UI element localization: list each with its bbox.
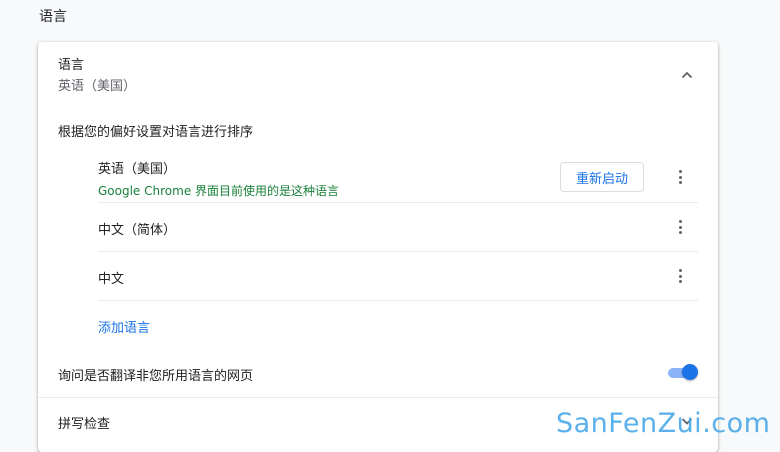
language-row-english-us: 英语（美国） Google Chrome 界面目前使用的是这种语言 重新启动 [98,156,698,204]
add-language-link[interactable]: 添加语言 [98,317,150,336]
language-row-chinese: 中文 [98,252,698,301]
collapse-button[interactable] [674,62,700,88]
language-name: 英语（美国） [98,162,177,177]
spellcheck-label: 拼写检查 [58,417,111,432]
toggle-knob [682,364,698,380]
languages-card: 语言 英语（美国） 根据您的偏好设置对语言进行排序 英语（美国） Google … [38,42,718,452]
language-name: 中文 [98,272,125,287]
row-divider [98,300,698,301]
order-label: 根据您的偏好设置对语言进行排序 [58,125,254,140]
more-actions-button[interactable] [670,165,690,189]
translate-offer-toggle[interactable] [666,364,700,382]
restart-button[interactable]: 重新启动 [560,162,644,192]
more-vert-icon [678,169,682,173]
watermark: SanFenZui.com [556,408,771,439]
more-actions-button[interactable] [670,215,690,239]
more-actions-button[interactable] [670,264,690,288]
translate-offer-label: 询问是否翻译非您所用语言的网页 [58,369,254,384]
more-vert-icon [678,219,682,223]
languages-header-subtitle: 英语（美国） [58,79,137,94]
section-title: 语言 [39,9,67,25]
section-divider [38,397,718,398]
chevron-up-icon [681,71,693,79]
language-row-chinese-simplified: 中文（简体） [98,203,698,252]
language-name: 中文（简体） [98,223,177,238]
language-ui-note: Google Chrome 界面目前使用的是这种语言 [98,184,340,198]
languages-header-title: 语言 [58,58,85,73]
more-vert-icon [678,268,682,272]
